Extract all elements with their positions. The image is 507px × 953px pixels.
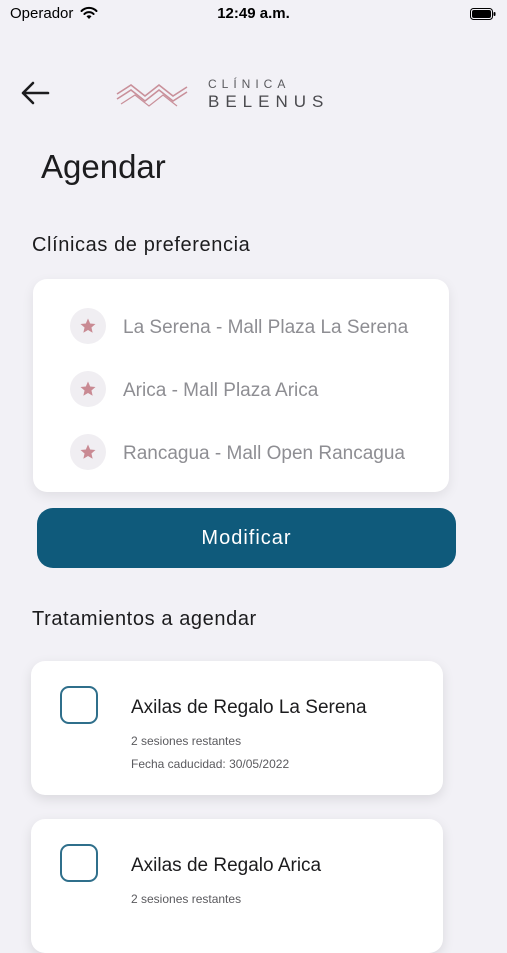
treatment-name: Axilas de Regalo La Serena <box>131 697 367 718</box>
treatment-sessions: 2 sesiones restantes <box>131 734 242 748</box>
logo-text-clinica: CLÍNICA <box>208 77 291 91</box>
clinic-name: Arica - Mall Plaza Arica <box>123 380 319 401</box>
preferred-clinics-card: La Serena - Mall Plaza La Serena Arica -… <box>33 279 449 492</box>
clinic-name: Rancagua - Mall Open Rancagua <box>123 443 406 464</box>
star-icon <box>70 371 106 407</box>
treatment-card[interactable]: Axilas de Regalo La Serena 2 sesiones re… <box>31 661 443 795</box>
clinic-item: La Serena - Mall Plaza La Serena <box>33 308 449 348</box>
logo-text-belenus: BELENUS <box>208 92 330 111</box>
treatment-sessions: 2 sesiones restantes <box>131 892 242 906</box>
status-time: 12:49 a.m. <box>217 5 290 22</box>
battery-icon <box>470 8 496 20</box>
treatments-section-title: Tratamientos a agendar <box>32 608 257 630</box>
status-bar: Operador 12:49 a.m. <box>0 0 507 30</box>
treatment-card[interactable]: Axilas de Regalo Arica 2 sesiones restan… <box>31 819 443 953</box>
treatment-checkbox[interactable] <box>60 686 98 724</box>
treatment-name: Axilas de Regalo Arica <box>131 855 322 876</box>
clinic-item: Arica - Mall Plaza Arica <box>33 371 449 411</box>
clinic-name: La Serena - Mall Plaza La Serena <box>123 317 409 338</box>
back-arrow-icon <box>21 81 50 105</box>
treatment-checkbox[interactable] <box>60 844 98 882</box>
treatment-expiry: Fecha caducidad: 30/05/2022 <box>131 757 290 771</box>
back-button[interactable] <box>18 78 52 108</box>
clinics-section-title: Clínicas de preferencia <box>32 234 251 256</box>
clinic-logo-icon <box>116 83 188 107</box>
modify-button[interactable]: Modificar <box>37 508 456 568</box>
star-icon <box>70 434 106 470</box>
page-title: Agendar <box>41 148 166 185</box>
star-icon <box>70 308 106 344</box>
clinic-item: Rancagua - Mall Open Rancagua <box>33 434 449 474</box>
